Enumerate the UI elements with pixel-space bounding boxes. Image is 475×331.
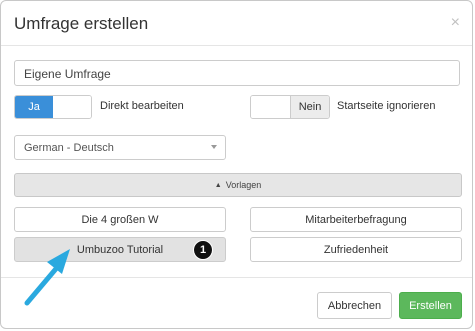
pointer-arrow-icon xyxy=(24,249,70,306)
